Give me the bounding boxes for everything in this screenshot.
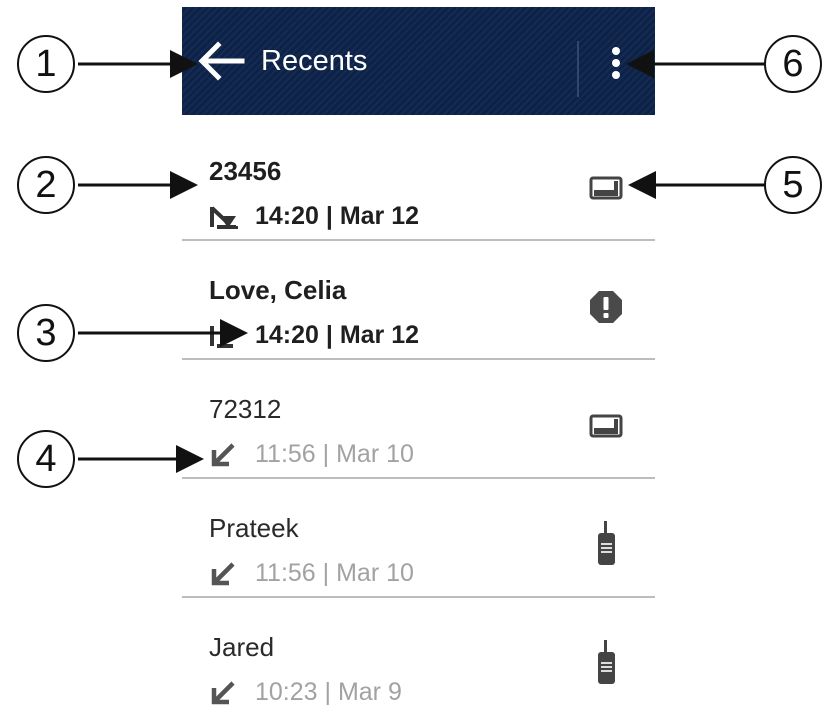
callout-2-arrowhead: [170, 171, 198, 199]
callout-5-arrowhead: [628, 171, 656, 199]
callout-4: 4: [17, 430, 75, 488]
callout-1-arrowhead: [170, 50, 198, 78]
callout-5: 5: [764, 156, 822, 214]
callout-1: 1: [17, 35, 75, 93]
callout-3: 3: [17, 304, 75, 362]
callout-arrows: [78, 50, 766, 473]
callout-3-arrowhead: [220, 319, 248, 347]
callout-6: 6: [764, 35, 822, 93]
callout-2: 2: [17, 156, 75, 214]
callout-4-arrowhead: [176, 445, 204, 473]
callout-6-arrowhead: [626, 50, 654, 78]
